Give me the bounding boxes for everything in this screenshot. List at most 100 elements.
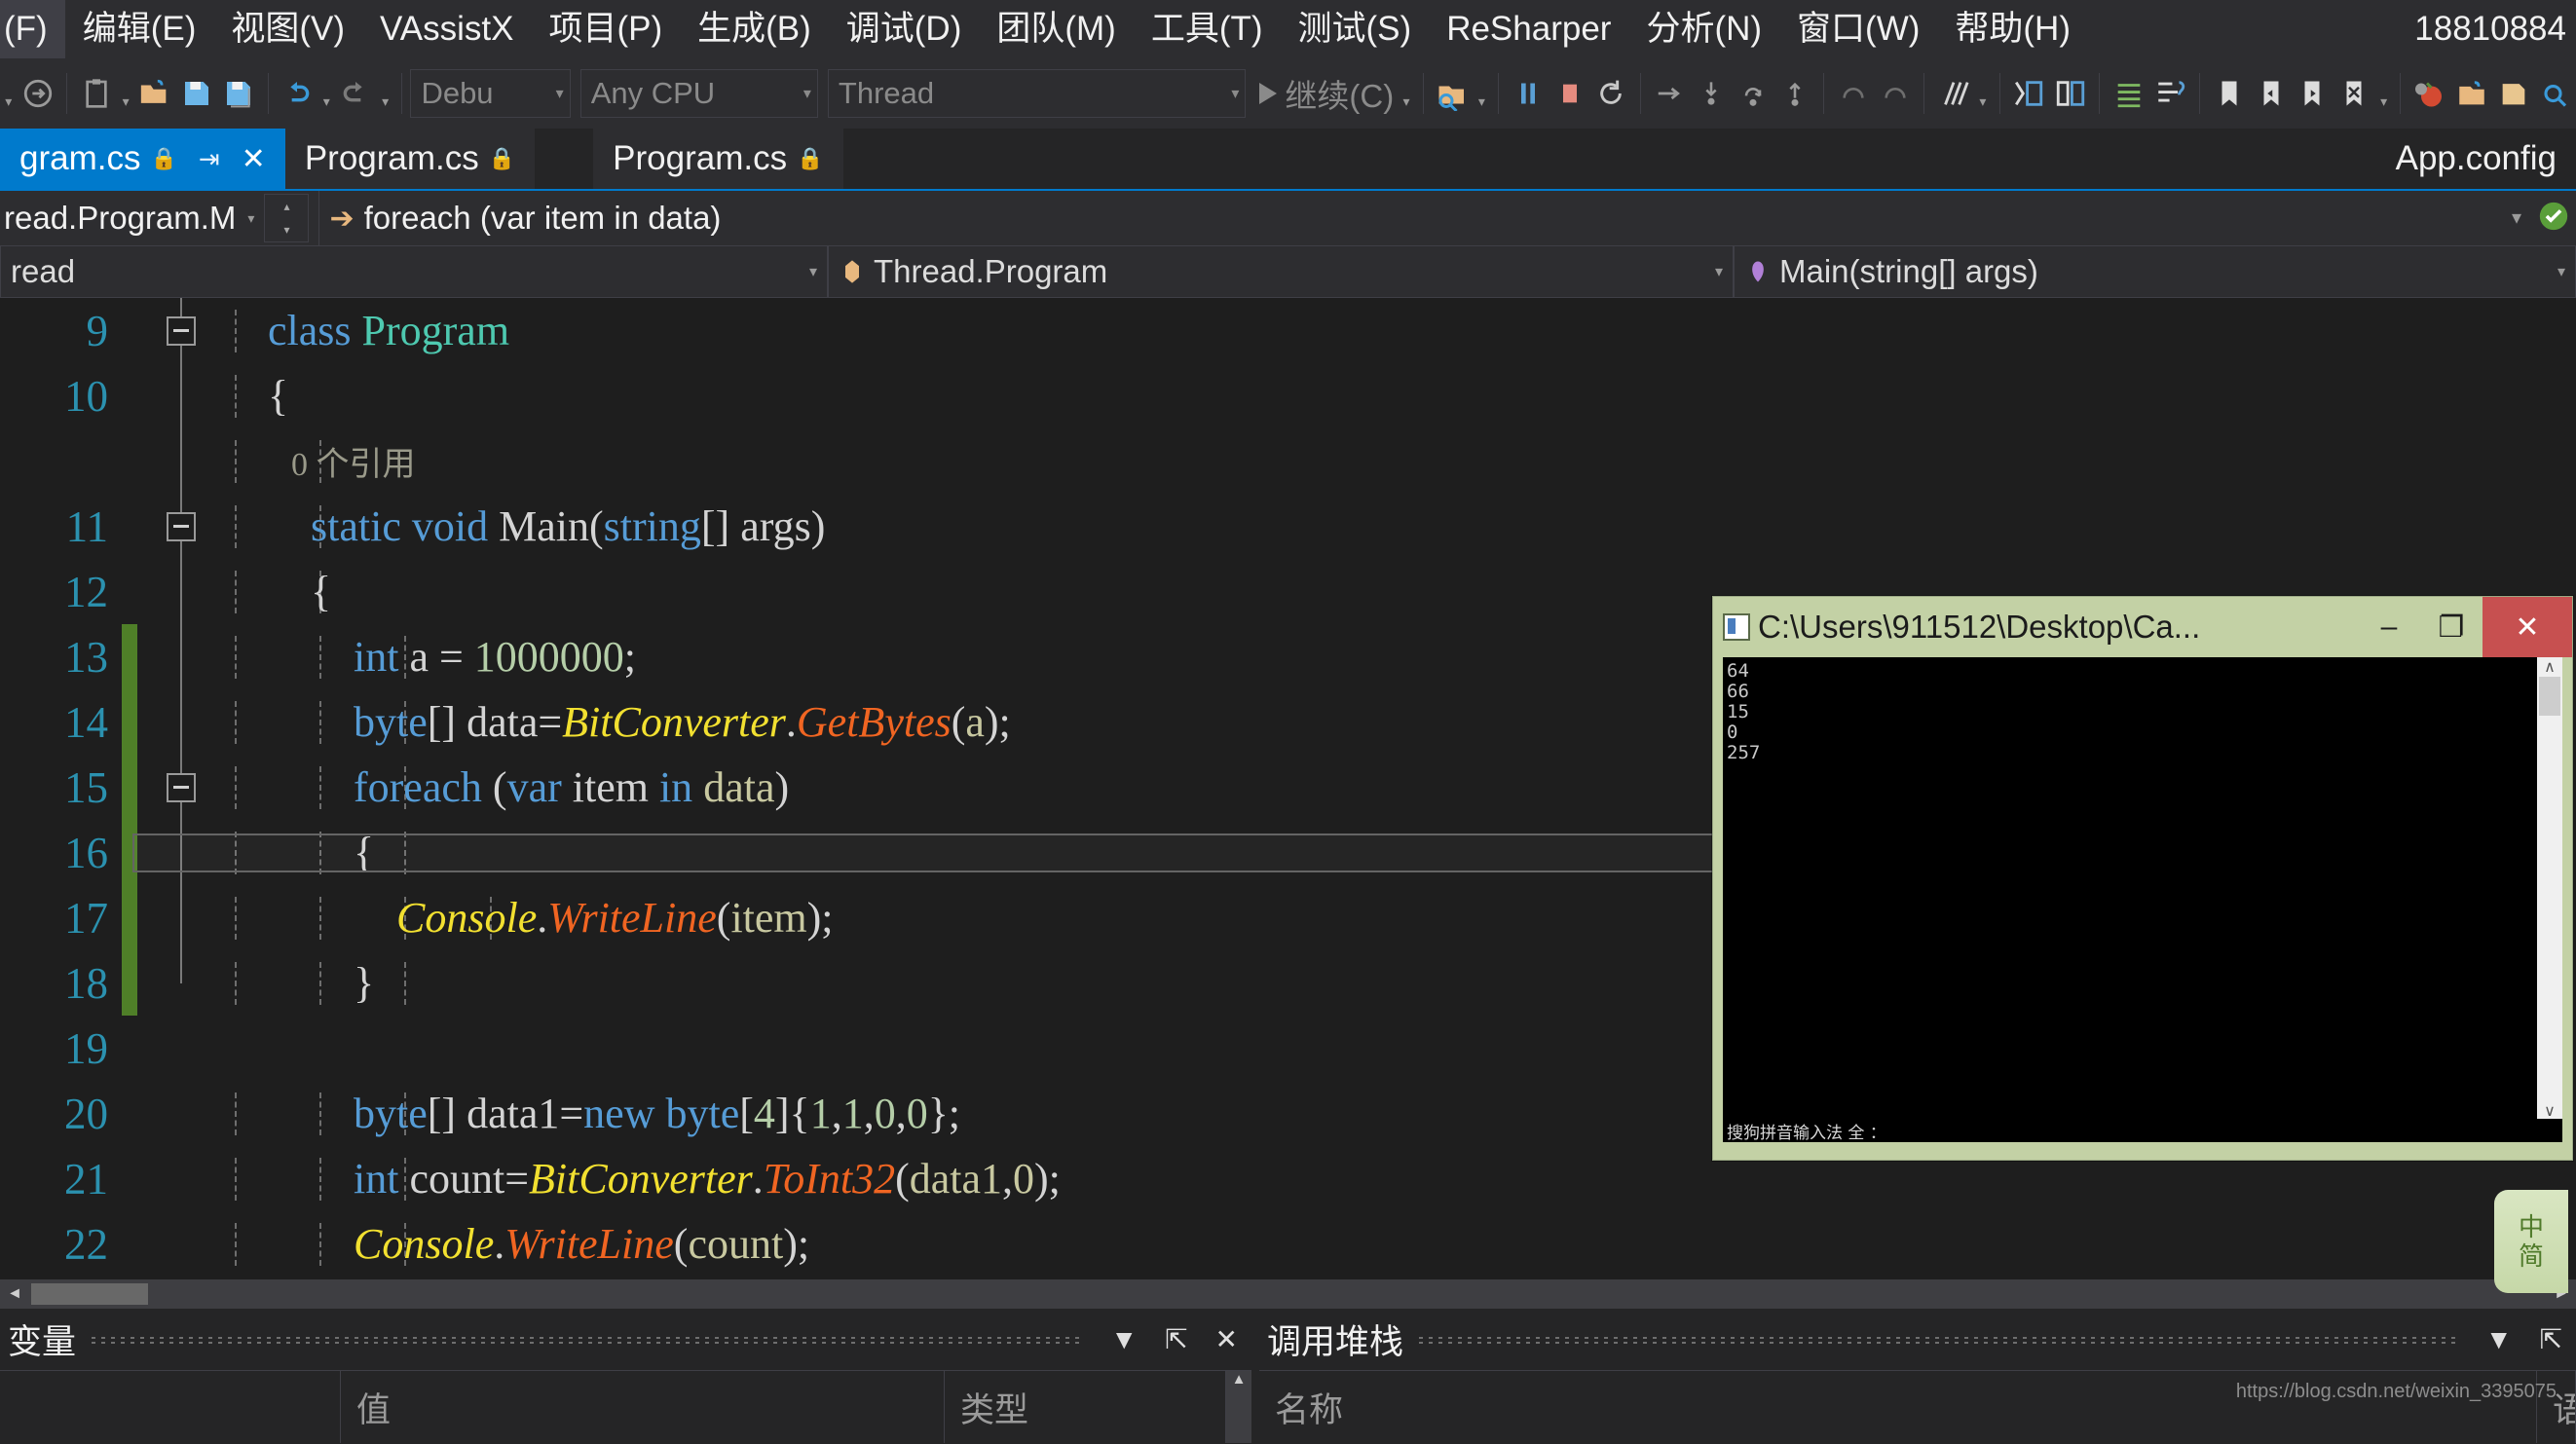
intellitrace-icon[interactable] <box>1932 67 1974 120</box>
code-line[interactable]: 11 static void Main(string[] args) <box>0 494 2576 559</box>
menu-item-test[interactable]: 测试(S) <box>1281 0 1430 58</box>
bookmark-dropdown-icon[interactable]: ▾ <box>2375 67 2393 120</box>
continue-dropdown-icon[interactable]: ▾ <box>1398 67 1415 120</box>
resharper-navigate-icon[interactable] <box>2450 67 2492 120</box>
ime-floating-badge[interactable]: 中 简 <box>2494 1190 2568 1293</box>
comment-selection-icon[interactable] <box>2008 67 2050 120</box>
console-window[interactable]: C:\Users\911512\Desktop\Ca... – ❐ ✕ 64 6… <box>1712 596 2573 1161</box>
minimize-button[interactable]: – <box>2358 599 2420 655</box>
scrollbar-thumb[interactable] <box>31 1283 148 1305</box>
tab-app-config[interactable]: App.config <box>2396 129 2576 189</box>
console-title-bar[interactable]: C:\Users\911512\Desktop\Ca... – ❐ ✕ <box>1713 597 2572 657</box>
save-all-icon[interactable] <box>218 67 260 120</box>
outlining-gutter[interactable] <box>137 820 225 885</box>
close-icon[interactable]: ✕ <box>1202 1323 1251 1355</box>
restart-icon[interactable] <box>1590 67 1632 120</box>
close-icon[interactable]: ✕ <box>242 142 266 176</box>
outlining-gutter[interactable] <box>137 428 225 494</box>
menu-item-tools[interactable]: 工具(T) <box>1134 0 1281 58</box>
undo-icon[interactable] <box>277 67 318 120</box>
next-bookmark-icon[interactable] <box>2292 67 2333 120</box>
menu-item-build[interactable]: 生成(B) <box>680 0 829 58</box>
outlining-gutter[interactable] <box>137 1211 225 1277</box>
outlining-gutter[interactable] <box>137 1081 225 1146</box>
resharper-find-icon[interactable] <box>2492 67 2534 120</box>
console-vertical-scrollbar[interactable]: ∧ ∨ <box>2537 657 2562 1121</box>
solution-platform-combo[interactable]: Any CPU ▾ <box>579 69 818 118</box>
step-out-icon[interactable] <box>1774 67 1816 120</box>
menu-item-view[interactable]: 视图(V) <box>213 0 362 58</box>
navigate-forward-icon[interactable] <box>18 67 59 120</box>
pin-icon[interactable]: ⇱ <box>2526 1323 2576 1355</box>
pin-icon[interactable]: ⇥ <box>199 144 220 174</box>
console-output-area[interactable]: 64 66 15 0 257 ∧ ∨ <box>1723 657 2562 1121</box>
type-dropdown[interactable]: Thread.Program ▾ <box>828 245 1734 298</box>
outlining-gutter[interactable] <box>137 950 225 1016</box>
scroll-up-icon[interactable]: ∧ <box>2544 657 2556 677</box>
outlining-gutter[interactable] <box>137 559 225 624</box>
outlining-gutter[interactable] <box>137 363 225 428</box>
column-value[interactable]: 值 <box>341 1371 945 1443</box>
drag-handle[interactable] <box>1419 1334 2456 1345</box>
step-over-icon[interactable] <box>1733 67 1774 120</box>
intellitrace-dropdown-icon[interactable]: ▾ <box>1974 67 1992 120</box>
menu-item-vassistx[interactable]: VAssistX <box>362 0 531 58</box>
outlining-gutter[interactable] <box>137 624 225 689</box>
menu-item-debug[interactable]: 调试(D) <box>829 0 980 58</box>
variables-vertical-scrollbar[interactable]: ▲ <box>1226 1371 1251 1443</box>
member-dropdown[interactable]: Main(string[] args) ▾ <box>1734 245 2576 298</box>
paste-icon[interactable] <box>75 67 117 120</box>
outlining-gutter[interactable] <box>137 689 225 755</box>
outlining-gutter[interactable] <box>137 1146 225 1211</box>
redo-icon[interactable] <box>335 67 377 120</box>
open-folder-icon[interactable] <box>134 67 176 120</box>
menu-item-window[interactable]: 窗口(W) <box>1779 0 1937 58</box>
tab-program-cs-active[interactable]: gram.cs 🔒 ⇥ ✕ <box>0 129 285 189</box>
scroll-left-icon[interactable]: ◄ <box>0 1285 29 1303</box>
outlining-gutter[interactable] <box>137 494 225 559</box>
resharper-more-icon[interactable] <box>2534 67 2576 120</box>
save-icon[interactable] <box>176 67 218 120</box>
spinner-down-icon[interactable]: ▾ <box>265 218 308 241</box>
menu-item-resharper[interactable]: ReSharper <box>1429 0 1628 58</box>
undo-dropdown-icon[interactable]: ▾ <box>317 67 335 120</box>
account-label[interactable]: 18810884 <box>2414 10 2576 49</box>
code-line[interactable]: 10 { <box>0 363 2576 428</box>
bookmark-icon[interactable] <box>2208 67 2250 120</box>
menu-item-file[interactable]: (F) <box>0 0 65 58</box>
menu-item-team[interactable]: 团队(M) <box>979 0 1133 58</box>
resharper-inspect-icon[interactable] <box>2408 67 2450 120</box>
outlining-gutter[interactable] <box>137 755 225 820</box>
paste-dropdown-icon[interactable]: ▾ <box>117 67 134 120</box>
chevron-down-icon[interactable]: ▾ <box>2512 208 2521 228</box>
stop-icon[interactable] <box>1549 67 1590 120</box>
scroll-down-icon[interactable]: ∨ <box>2544 1101 2556 1121</box>
drag-handle[interactable] <box>92 1334 1082 1345</box>
step-backward-icon[interactable] <box>1832 67 1874 120</box>
show-next-statement-icon[interactable] <box>1649 67 1691 120</box>
step-into-icon[interactable] <box>1691 67 1733 120</box>
toggle-outlining-icon[interactable] <box>2149 67 2191 120</box>
menu-item-edit[interactable]: 编辑(E) <box>65 0 214 58</box>
tab-program-cs-3[interactable]: Program.cs 🔒 <box>593 129 843 189</box>
panel-menu-icon[interactable]: ▼ <box>1097 1324 1151 1355</box>
column-type[interactable]: 类型 <box>945 1371 1226 1443</box>
menu-item-help[interactable]: 帮助(H) <box>1937 0 2088 58</box>
increase-indent-icon[interactable] <box>2108 67 2149 120</box>
step-forward-icon[interactable] <box>1874 67 1916 120</box>
code-line[interactable]: 9 class Program <box>0 298 2576 363</box>
solution-configuration-combo[interactable]: Debu ▾ <box>410 69 571 118</box>
collapse-icon[interactable] <box>167 772 196 802</box>
column-name[interactable] <box>0 1371 341 1443</box>
attach-process-icon[interactable] <box>1432 67 1474 120</box>
outlining-gutter[interactable] <box>137 885 225 950</box>
editor-horizontal-scrollbar[interactable]: ◄ ► <box>0 1279 2576 1309</box>
continue-button[interactable]: 继续(C) <box>1255 70 1398 117</box>
process-combo[interactable]: Thread ▾ <box>827 69 1247 118</box>
outlining-gutter[interactable] <box>137 298 225 363</box>
resharper-status-icon[interactable] <box>2537 200 2570 238</box>
pause-icon[interactable] <box>1507 67 1549 120</box>
scope-dropdown[interactable]: read.Program.M ▾ <box>0 191 254 245</box>
spinner-up-icon[interactable]: ▴ <box>265 195 308 218</box>
collapse-icon[interactable] <box>167 315 196 346</box>
